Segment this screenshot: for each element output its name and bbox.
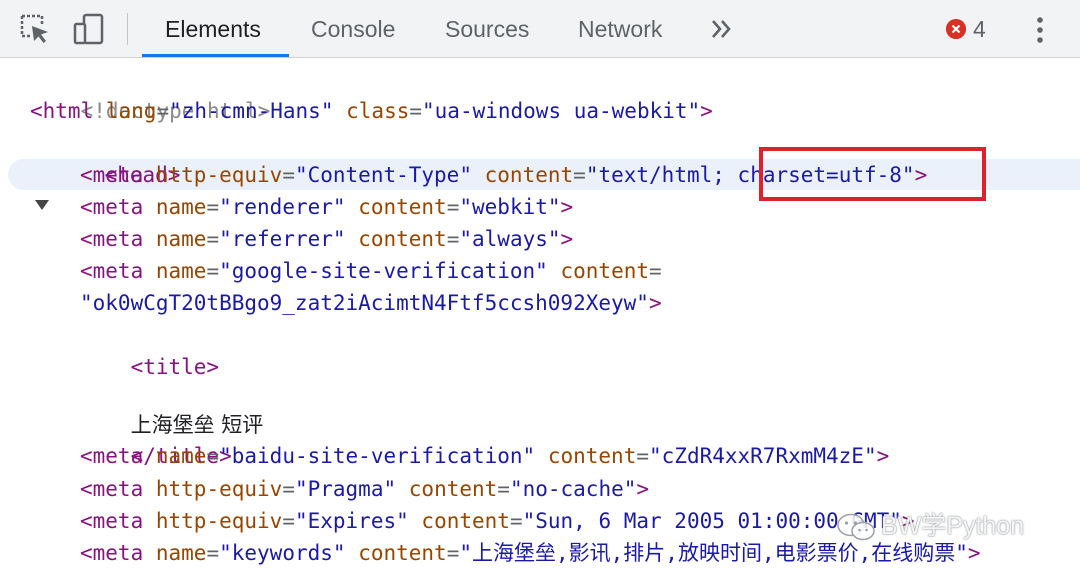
attr-value: "cZdR4xxR7RxmM4zE": [649, 444, 877, 468]
expand-triangle-icon[interactable]: [35, 200, 49, 210]
error-count[interactable]: 4: [973, 0, 986, 58]
double-chevron-icon[interactable]: [710, 15, 734, 43]
dom-line-doctype[interactable]: <!doctype html>: [30, 63, 271, 123]
tag-open: <meta: [80, 195, 144, 219]
attr-name: class: [346, 99, 410, 123]
attr-name: name: [155, 195, 207, 219]
attr-name: name: [155, 227, 207, 251]
attr-value: "referrer": [219, 227, 346, 251]
dom-line-meta-pragma[interactable]: <meta http-equiv="Pragma" content="no-ca…: [80, 473, 649, 505]
dom-line-head[interactable]: <head>: [54, 127, 181, 187]
tag-close: >: [560, 227, 574, 251]
attr-name: name: [155, 259, 207, 283]
attr-value: "ua-windows ua-webkit": [422, 99, 701, 123]
attr-value: "google-site-verification": [219, 259, 548, 283]
attr-name: content: [547, 444, 637, 468]
device-toolbar-icon[interactable]: [72, 12, 106, 46]
tag-close: >: [636, 477, 650, 501]
watermark-text: BW学Python: [881, 512, 1025, 540]
attr-name: lang: [105, 99, 157, 123]
attr-name: name: [155, 541, 207, 565]
attr-value: "keywords": [219, 541, 346, 565]
tag-close: >: [876, 444, 890, 468]
attr-value: "Pragma": [294, 477, 397, 501]
attr-value: "zh-cmn-Hans": [169, 99, 334, 123]
error-icon[interactable]: [946, 19, 966, 39]
devtools-toolbar: Elements Console Sources Network 4: [0, 0, 1080, 58]
attr-name: http-equiv: [155, 163, 283, 187]
attr-value: "baidu-site-verification": [219, 444, 536, 468]
dom-line-title-close[interactable]: </title>: [80, 408, 232, 468]
tag-close: >: [560, 195, 574, 219]
attr-name: content: [560, 259, 650, 283]
watermark: BW学Python: [835, 506, 1024, 546]
active-tab-indicator: [142, 54, 289, 57]
tag-open: <meta: [80, 163, 144, 187]
tag-open: <meta: [80, 477, 144, 501]
attr-name: name: [155, 444, 207, 468]
attr-name: content: [408, 477, 498, 501]
title-tag: <title>: [130, 355, 220, 379]
attr-value: "text/html;: [585, 163, 725, 187]
dom-line-meta-google[interactable]: <meta name="google-site-verification" co…: [80, 255, 662, 287]
attr-value: "always": [459, 227, 561, 251]
tag-open: <meta: [80, 509, 144, 533]
charset-annotation-box: [759, 147, 986, 201]
tag-open: <html: [30, 99, 94, 123]
attr-name: http-equiv: [155, 509, 283, 533]
attr-name: content: [484, 163, 574, 187]
attr-name: content: [421, 509, 510, 533]
tag-close: >: [700, 99, 713, 123]
attr-name: http-equiv: [155, 477, 283, 501]
attr-value: "webkit": [459, 195, 561, 219]
dom-line-meta-baidu[interactable]: <meta name="baidu-site-verification" con…: [80, 440, 889, 472]
attr-value: "ok0wCgT20tBBgo9_zat2iAcimtN4Ftf5ccsh092…: [80, 291, 649, 315]
kebab-menu-icon[interactable]: [1030, 14, 1050, 46]
tag-open: <meta: [80, 444, 144, 468]
attr-value: "Content-Type": [294, 163, 472, 187]
tab-elements[interactable]: Elements: [165, 0, 261, 58]
dom-line-html[interactable]: <html lang="zh-cmn-Hans" class="ua-windo…: [30, 95, 713, 127]
dom-line-title-text[interactable]: 上海堡垒 短评: [80, 377, 264, 437]
attr-name: content: [358, 227, 447, 251]
inspect-element-icon[interactable]: [18, 12, 52, 46]
tab-console[interactable]: Console: [311, 0, 395, 58]
tab-network[interactable]: Network: [578, 0, 662, 58]
dom-line-title-open[interactable]: <title>: [80, 319, 220, 379]
dom-tree[interactable]: <!doctype html> <html lang="zh-cmn-Hans"…: [0, 62, 1080, 575]
attr-value: "renderer": [219, 195, 346, 219]
attr-value: "Expires": [294, 509, 409, 533]
attr-name: content: [358, 541, 447, 565]
attr-value: "no-cache": [509, 477, 637, 501]
dom-line-meta-expires[interactable]: <meta http-equiv="Expires" content="Sun,…: [80, 505, 915, 537]
tag-open: <meta: [80, 541, 144, 565]
dom-line-meta-referrer[interactable]: <meta name="referrer" content="always">: [80, 223, 573, 255]
tag-close: >: [648, 291, 662, 315]
attr-name: content: [358, 195, 447, 219]
tag-open: <meta: [80, 259, 144, 283]
dom-line-meta-renderer[interactable]: <meta name="renderer" content="webkit">: [80, 191, 573, 223]
wechat-icon: [837, 514, 875, 541]
tab-sources[interactable]: Sources: [445, 0, 529, 58]
dom-line-meta-google-cont[interactable]: "ok0wCgT20tBBgo9_zat2iAcimtN4Ftf5ccsh092…: [80, 287, 662, 319]
toolbar-separator: [127, 13, 128, 45]
tag-open: <meta: [80, 227, 144, 251]
